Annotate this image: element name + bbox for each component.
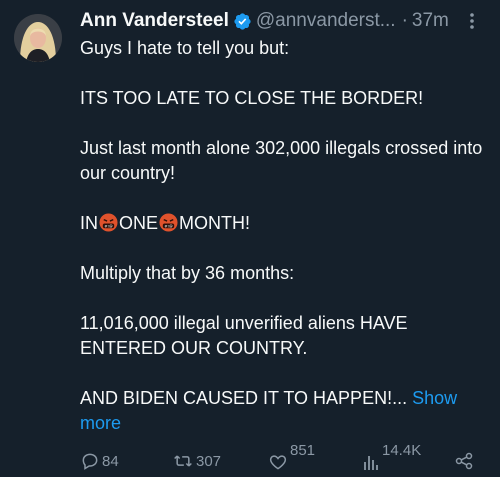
post-text-segment: IN — [80, 213, 98, 233]
views-count: 14.4K — [382, 442, 422, 459]
post-text-segment: AND BIDEN CAUSED IT TO HAPPEN!... — [80, 388, 408, 408]
share-icon — [454, 451, 474, 471]
retweet-icon — [172, 451, 194, 471]
views-bar-chart-icon — [362, 452, 380, 472]
like-button[interactable]: 851 — [268, 442, 315, 476]
reply-button[interactable]: 84 — [80, 446, 119, 476]
share-button[interactable] — [454, 446, 474, 476]
post-line: Guys I hate to tell you but: — [80, 38, 290, 58]
heart-icon — [268, 452, 288, 472]
author-name[interactable]: Ann Vandersteel — [80, 10, 229, 32]
separator-dot: · — [401, 10, 408, 31]
author-handle[interactable]: @annvanderst... — [256, 10, 396, 32]
post-text-segment: MONTH! — [179, 213, 251, 233]
svg-text:#!@: #!@ — [164, 223, 173, 228]
post-line: ITS TOO LATE TO CLOSE THE BORDER! — [80, 88, 424, 108]
post-line: Multiply that by 36 months: — [80, 263, 295, 283]
reply-icon — [80, 451, 100, 471]
retweet-button[interactable]: 307 — [172, 446, 221, 476]
tweet-header: Ann Vandersteel @annvanderst... · 37m — [80, 8, 486, 34]
svg-text:#!@: #!@ — [104, 223, 113, 228]
like-count: 851 — [290, 442, 316, 459]
cursing-face-emoji-icon: #!@ — [99, 213, 118, 232]
post-line-emoji: IN #!@ ONE #!@ MONTH! — [80, 211, 490, 236]
post-text: Guys I hate to tell you but: ITS TOO LAT… — [80, 36, 490, 436]
more-options-icon[interactable] — [462, 8, 482, 34]
cursing-face-emoji-icon: #!@ — [159, 213, 178, 232]
reply-count: 84 — [102, 452, 119, 470]
tweet[interactable]: Ann Vandersteel @annvanderst... · 37m Gu… — [0, 0, 500, 477]
action-bar: 84 307 851 14.4K — [80, 442, 480, 476]
retweet-count: 307 — [196, 452, 222, 470]
post-line: Just last month alone 302,000 illegals c… — [80, 138, 483, 183]
post-line-last: AND BIDEN CAUSED IT TO HAPPEN!... Show m… — [80, 386, 490, 436]
verified-badge-icon[interactable] — [233, 12, 252, 31]
post-time[interactable]: 37m — [412, 10, 449, 32]
post-text-segment: ONE — [119, 213, 159, 233]
views-button[interactable]: 14.4K — [362, 442, 421, 476]
post-line: 11,016,000 illegal unverified aliens HAV… — [80, 313, 408, 358]
avatar[interactable] — [14, 14, 62, 62]
